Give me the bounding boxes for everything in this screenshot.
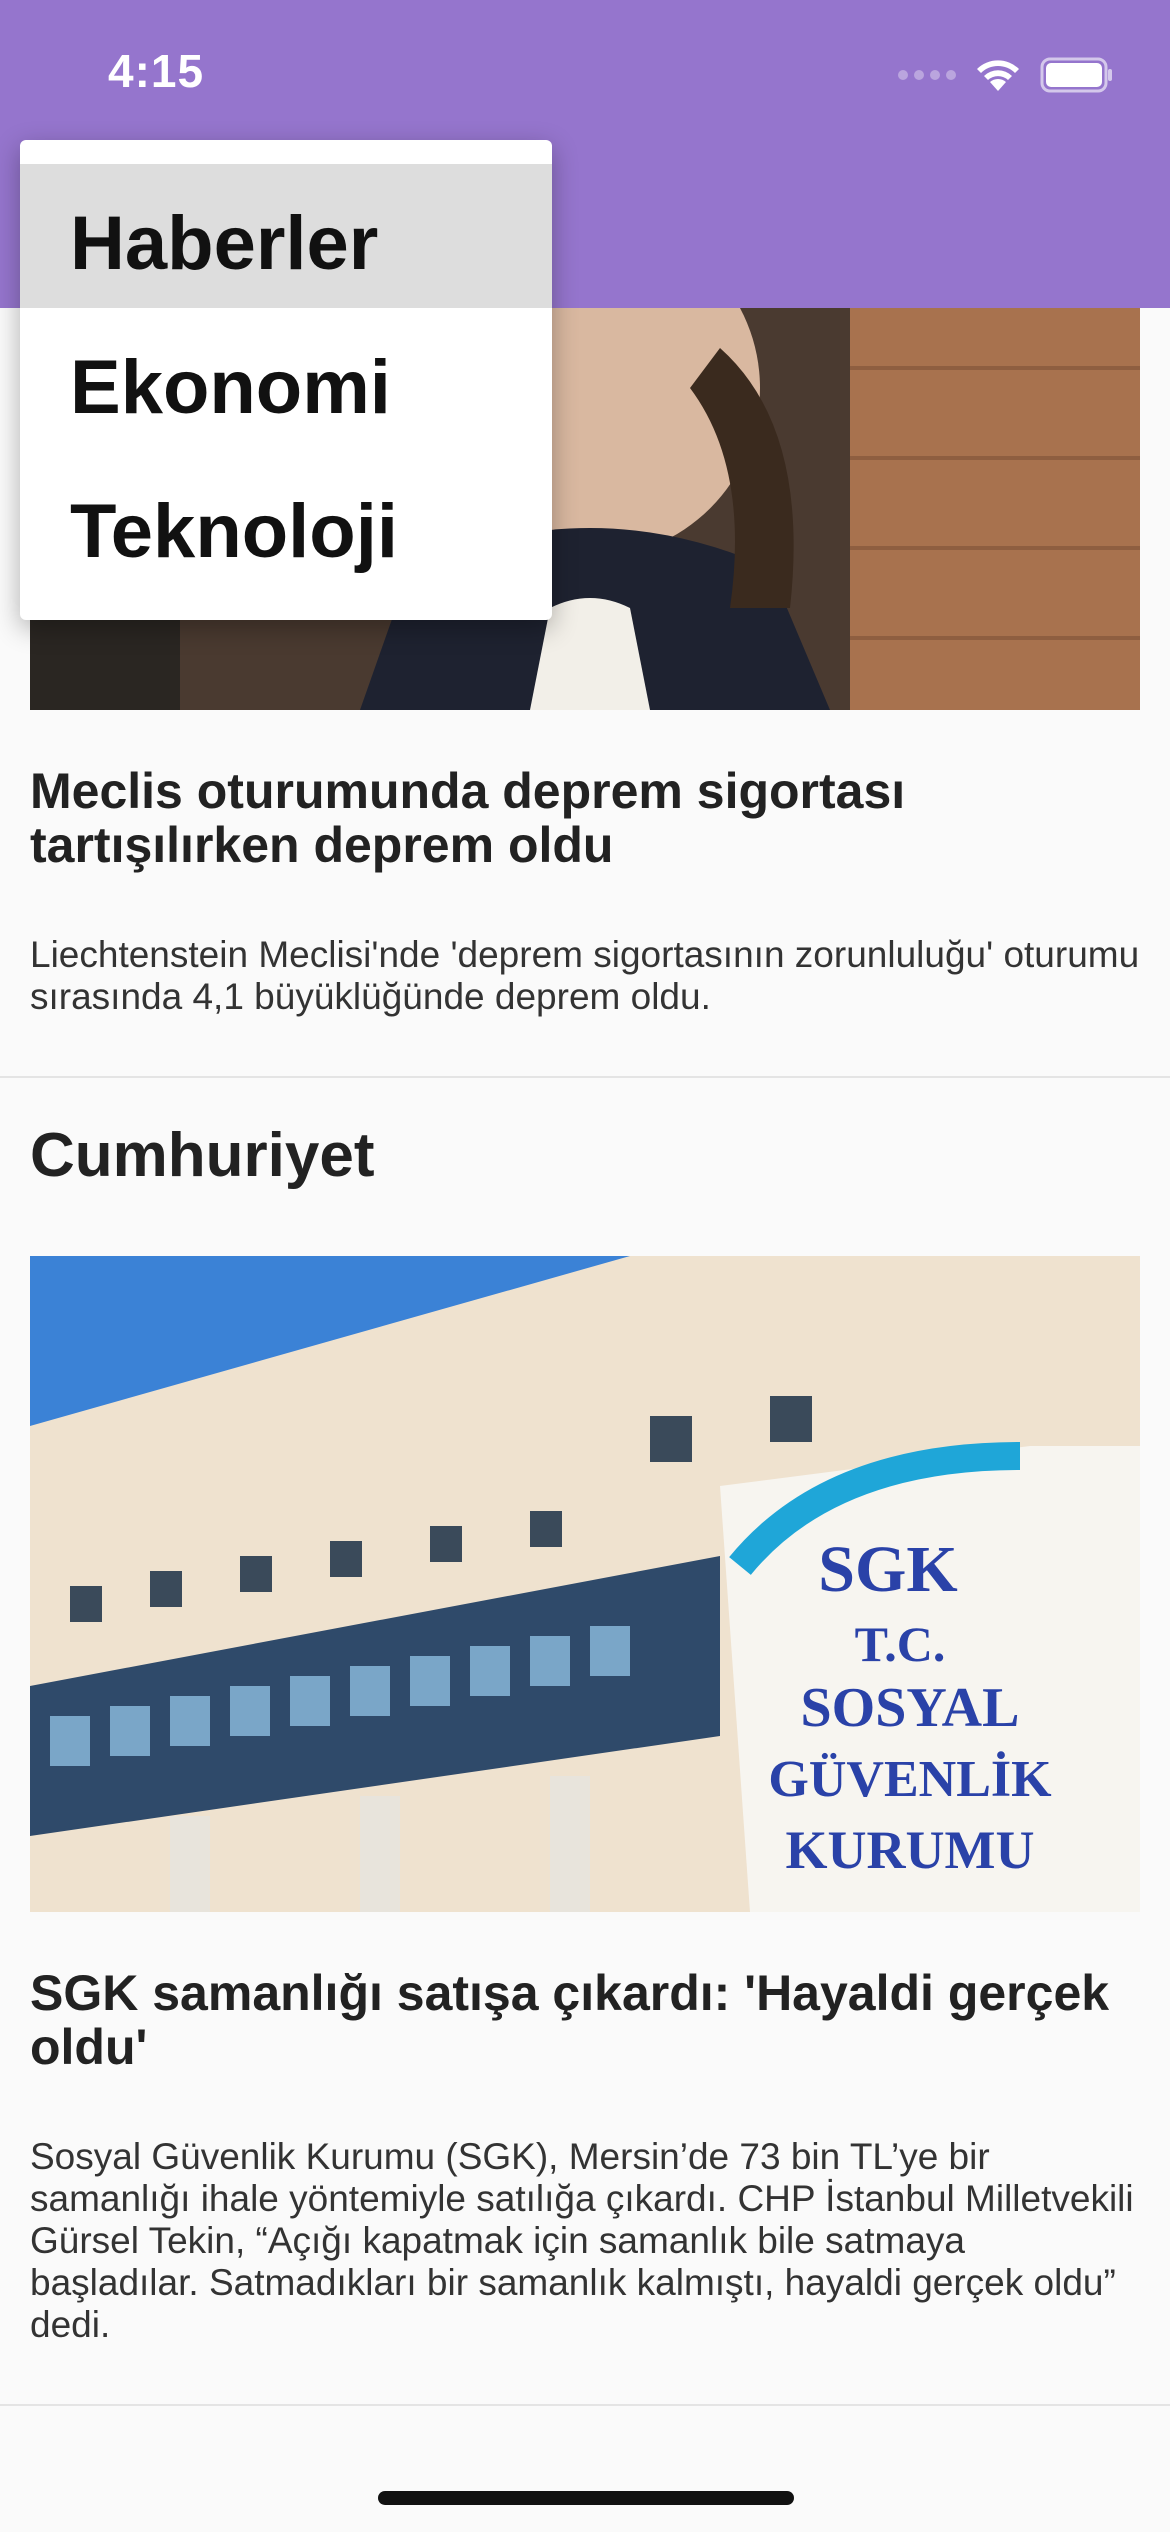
- menu-item-ekonomi[interactable]: Ekonomi: [20, 308, 552, 452]
- sign-text: SGK: [818, 1533, 957, 1606]
- divider: [0, 1076, 1170, 1078]
- cellular-signal-icon: [898, 70, 956, 80]
- menu-item-haberler[interactable]: Haberler: [20, 164, 552, 308]
- sign-text: SOSYAL: [801, 1677, 1020, 1739]
- wifi-icon: [974, 57, 1022, 93]
- article-description: Sosyal Güvenlik Kurumu (SGK), Mersin’de …: [30, 2136, 1134, 2345]
- home-indicator[interactable]: [378, 2491, 794, 2505]
- status-time: 4:15: [108, 45, 205, 97]
- sign-text: GÜVENLİK: [768, 1751, 1052, 1808]
- article-description: Liechtenstein Meclisi'nde 'deprem sigort…: [30, 934, 1140, 1017]
- article-title[interactable]: SGK samanlığı satışa çıkardı: 'Hayaldi g…: [30, 1966, 1130, 2074]
- menu-item-label: Teknoloji: [70, 489, 398, 574]
- divider: [0, 2404, 1170, 2406]
- menu-item-label: Ekonomi: [70, 345, 391, 430]
- menu-item-label: Haberler: [70, 201, 379, 286]
- menu-item-teknoloji[interactable]: Teknoloji: [20, 452, 552, 596]
- category-menu: Haberler Ekonomi Teknoloji: [20, 140, 552, 620]
- sign-text: T.C.: [855, 1616, 946, 1672]
- article-image[interactable]: SGK T.C. SOSYAL GÜVENLİK KURUMU: [30, 1256, 1140, 1912]
- sign-text: KURUMU: [786, 1820, 1035, 1880]
- status-indicators: [898, 52, 1114, 98]
- section-title: Cumhuriyet: [30, 1121, 375, 1190]
- article-title[interactable]: Meclis oturumunda deprem sigortası tartı…: [30, 764, 1130, 872]
- battery-icon: [1040, 57, 1114, 93]
